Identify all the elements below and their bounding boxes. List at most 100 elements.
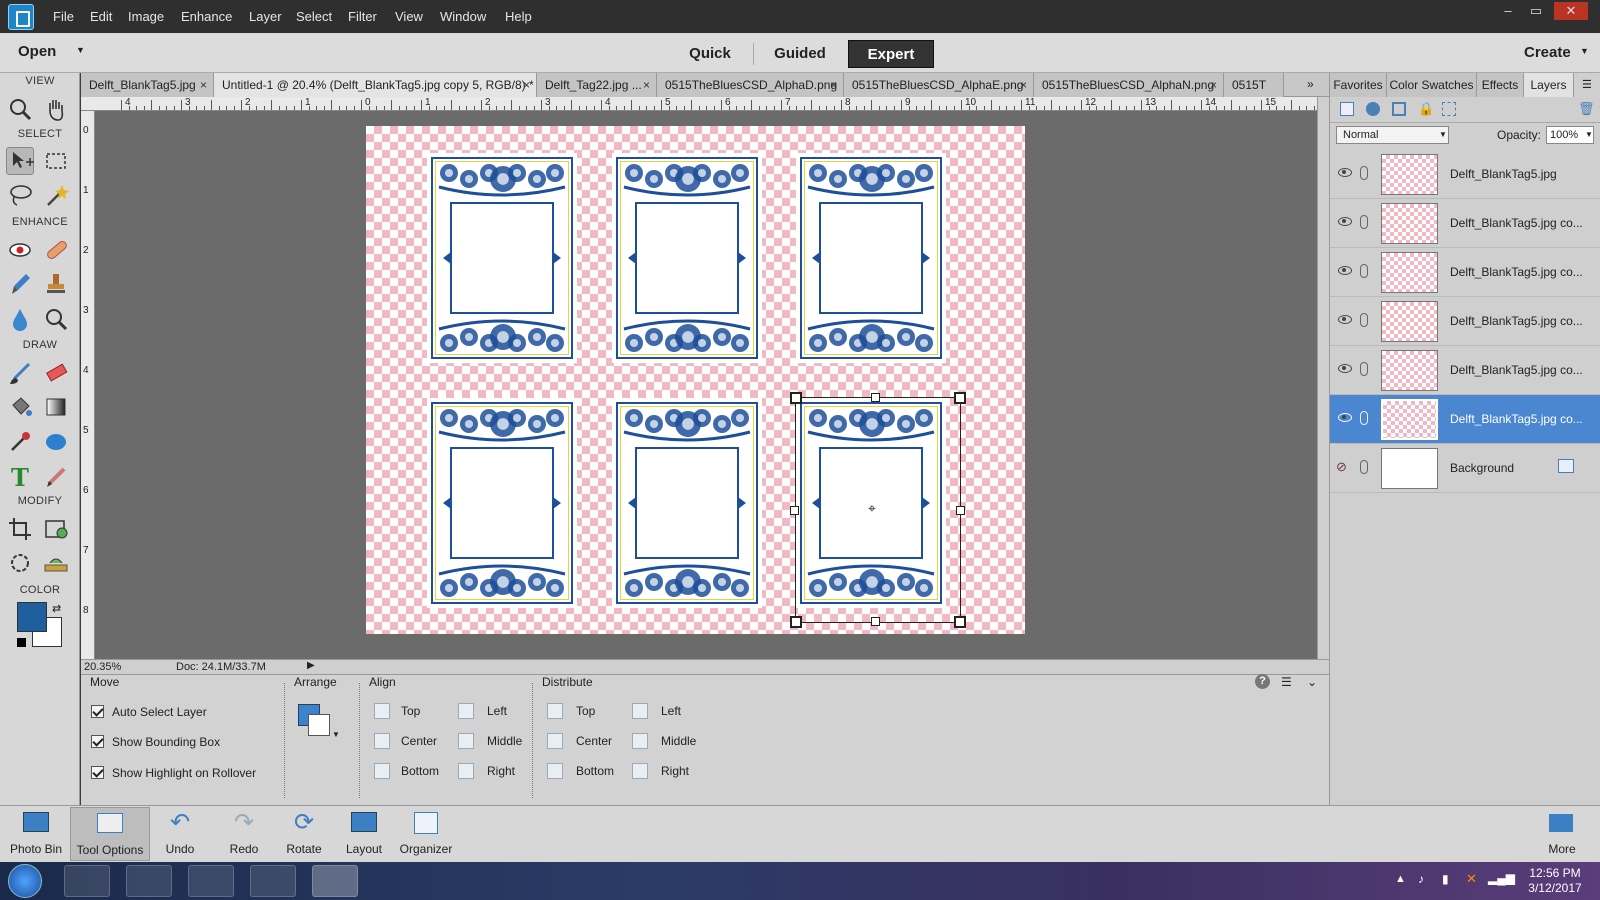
menu-view[interactable]: View — [395, 9, 423, 24]
healing-brush-tool-icon[interactable] — [42, 235, 70, 263]
tab-truncated[interactable]: 0515T — [1224, 73, 1284, 97]
arrange-dropdown[interactable]: ▼ — [296, 702, 340, 742]
adjustment-layer-icon[interactable] — [1366, 102, 1380, 116]
tab-alphae[interactable]: 0515TheBluesCSD_AlphaE.png × — [844, 73, 1034, 97]
align-left-label[interactable]: Left — [487, 704, 507, 718]
panel-menu-icon[interactable]: ☰ — [1582, 78, 1592, 91]
tab-color-swatches[interactable]: Color Swatches — [1387, 73, 1477, 97]
link-icon[interactable] — [1360, 362, 1368, 376]
blend-mode-select[interactable]: Normal ▼ — [1336, 126, 1449, 144]
close-tab-icon[interactable]: × — [1210, 73, 1217, 97]
tool-options-button[interactable]: Tool Options — [70, 807, 150, 861]
lock-transparent-icon[interactable] — [1442, 102, 1456, 116]
eye-icon[interactable] — [1338, 413, 1352, 422]
taskbar-explorer-icon[interactable] — [188, 865, 234, 897]
vertical-scrollbar[interactable] — [1317, 97, 1329, 659]
transform-handle[interactable] — [871, 393, 880, 402]
tag-image-2[interactable] — [612, 153, 762, 363]
tray-volume-icon[interactable]: ♪ — [1418, 872, 1424, 886]
layer-row[interactable]: Delft_BlankTag5.jpg co... — [1330, 248, 1600, 297]
eye-icon[interactable] — [1338, 266, 1352, 275]
taskbar-picasa-icon[interactable] — [250, 865, 296, 897]
distribute-top-icon[interactable] — [547, 703, 563, 719]
delete-layer-icon[interactable]: 🗑 — [1578, 101, 1595, 117]
layer-row[interactable]: Delft_BlankTag5.jpg co... — [1330, 199, 1600, 248]
transform-handle[interactable] — [790, 506, 799, 515]
eye-icon[interactable] — [1338, 168, 1352, 177]
minimize-button[interactable]: – — [1494, 2, 1522, 20]
convert-background-icon[interactable] — [1558, 459, 1574, 473]
tray-network-icon[interactable]: ✕ — [1466, 871, 1477, 887]
distribute-middle-icon[interactable] — [632, 733, 648, 749]
show-highlight-checkbox[interactable] — [91, 766, 104, 779]
tag-image-1[interactable] — [427, 153, 577, 363]
organizer-button[interactable]: Organizer — [394, 810, 458, 856]
magic-wand-tool-icon[interactable] — [42, 181, 70, 209]
align-bottom-icon[interactable] — [374, 763, 390, 779]
align-bottom-label[interactable]: Bottom — [401, 764, 439, 778]
tab-alphan[interactable]: 0515TheBluesCSD_AlphaN.png × — [1034, 73, 1224, 97]
close-tab-icon[interactable]: × — [643, 73, 650, 97]
hand-tool-icon[interactable] — [42, 95, 70, 123]
align-right-label[interactable]: Right — [487, 764, 515, 778]
tray-signal-icon[interactable]: ▂▄▆ — [1488, 871, 1515, 885]
canvas-area[interactable]: ⌖ — [95, 111, 1317, 659]
eraser-tool-icon[interactable] — [42, 359, 70, 387]
transform-handle[interactable] — [790, 616, 802, 628]
marquee-tool-icon[interactable] — [42, 147, 70, 175]
create-dropdown-icon[interactable]: ▼ — [1580, 46, 1589, 56]
hidden-eye-icon[interactable]: ⊘ — [1336, 459, 1347, 475]
distribute-left-label[interactable]: Left — [661, 704, 681, 718]
start-button[interactable] — [8, 864, 42, 898]
show-bounding-box-checkbox[interactable] — [91, 735, 104, 748]
distribute-center-label[interactable]: Center — [576, 734, 612, 748]
menu-help[interactable]: Help — [505, 9, 532, 24]
taskbar-ie-icon[interactable] — [64, 865, 110, 897]
options-menu-icon[interactable]: ☰ — [1281, 675, 1292, 689]
zoom-level[interactable]: 20.35% — [84, 661, 121, 673]
help-icon[interactable]: ? — [1255, 674, 1270, 689]
transform-handle[interactable] — [871, 617, 880, 626]
more-tabs-icon[interactable]: » — [1307, 77, 1314, 91]
layer-row-selected[interactable]: Delft_BlankTag5.jpg co... — [1330, 395, 1600, 444]
eye-icon[interactable] — [1338, 364, 1352, 373]
lock-icon[interactable]: 🔒 — [1418, 101, 1434, 117]
layer-row[interactable]: Delft_BlankTag5.jpg co... — [1330, 346, 1600, 395]
status-menu-arrow-icon[interactable]: ▶ — [307, 660, 315, 671]
mode-guided[interactable]: Guided — [760, 40, 840, 68]
layer-row-background[interactable]: ⊘ Background — [1330, 444, 1600, 493]
restore-button[interactable]: ▭ — [1522, 2, 1550, 20]
align-right-icon[interactable] — [458, 763, 474, 779]
tray-arrow-icon[interactable]: ▲ — [1395, 873, 1406, 885]
pencil-tool-icon[interactable] — [42, 462, 70, 490]
align-middle-icon[interactable] — [458, 733, 474, 749]
close-tab-icon[interactable]: × — [200, 73, 207, 97]
close-tab-icon[interactable]: × — [830, 73, 837, 97]
link-icon[interactable] — [1360, 264, 1368, 278]
close-tab-icon[interactable]: × — [1020, 73, 1027, 97]
taskbar-organizer-icon[interactable] — [126, 865, 172, 897]
rotate-button[interactable]: ⟳ Rotate — [272, 810, 336, 857]
collapse-icon[interactable]: ⌄ — [1307, 675, 1317, 689]
distribute-right-icon[interactable] — [632, 763, 648, 779]
tag-image-3[interactable] — [796, 153, 946, 363]
new-layer-icon[interactable] — [1340, 102, 1354, 116]
blur-tool-icon[interactable] — [6, 305, 34, 333]
photo-bin-button[interactable]: Photo Bin — [4, 810, 68, 856]
tab-layers[interactable]: Layers — [1524, 73, 1574, 97]
crop-tool-icon[interactable] — [6, 515, 34, 543]
menu-window[interactable]: Window — [440, 9, 486, 24]
shape-tool-icon[interactable] — [42, 428, 70, 456]
mode-quick[interactable]: Quick — [670, 40, 750, 68]
layout-button[interactable]: Layout — [332, 810, 396, 856]
taskbar-clock[interactable]: 12:56 PM 3/12/2017 — [1520, 866, 1590, 896]
open-button[interactable]: Open — [18, 43, 56, 60]
menu-select[interactable]: Select — [296, 9, 332, 24]
link-icon[interactable] — [1360, 215, 1368, 229]
eye-icon[interactable] — [1338, 315, 1352, 324]
opacity-input[interactable]: 100% ▼ — [1546, 126, 1594, 144]
paint-bucket-tool-icon[interactable] — [6, 393, 34, 421]
transform-handle[interactable] — [954, 392, 966, 404]
distribute-bottom-icon[interactable] — [547, 763, 563, 779]
eye-icon[interactable] — [1338, 217, 1352, 226]
